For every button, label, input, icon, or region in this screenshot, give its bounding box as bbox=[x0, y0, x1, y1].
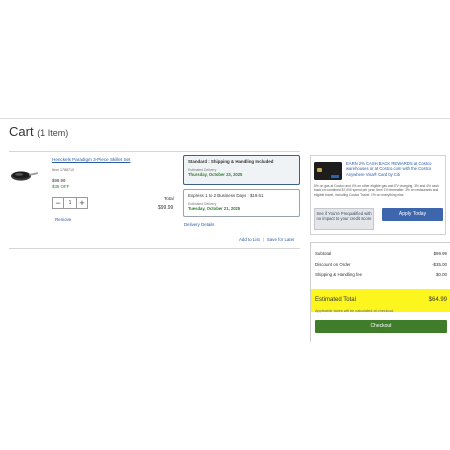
apply-today-button[interactable]: Apply Today bbox=[382, 208, 443, 221]
shipping-option-express[interactable]: Express 1 to 2 Business Days : $19.61 Es… bbox=[183, 189, 300, 217]
product-price: $99.99 bbox=[52, 178, 66, 183]
summary-discount-row: Discount on Order -$35.00 bbox=[315, 262, 447, 267]
quantity-value[interactable]: 1 bbox=[64, 197, 76, 209]
delivery-details-link[interactable]: Delivery Details bbox=[184, 222, 215, 227]
shipping-option-date: Tuesday, October 21, 2025 bbox=[188, 206, 241, 211]
link-separator: | bbox=[262, 237, 264, 242]
cart-title-text: Cart bbox=[9, 124, 34, 139]
prequalify-button[interactable]: See if You're Prequalified with no impac… bbox=[314, 208, 374, 230]
item-total-value: $99.99 bbox=[158, 205, 174, 211]
promo-headline[interactable]: EARN 2% CASH BACK REWARDS at Costco ware… bbox=[346, 161, 443, 177]
product-item-number: Item 1788710 bbox=[52, 168, 74, 172]
add-to-list-link[interactable]: Add to List bbox=[239, 237, 260, 242]
cart-item-actions: Add to List | Save for Later bbox=[239, 237, 294, 242]
order-summary: Subtotal $99.99 Discount on Order -$35.0… bbox=[310, 242, 450, 342]
card-chip-icon bbox=[317, 168, 322, 172]
skillet-image[interactable] bbox=[10, 168, 38, 182]
summary-shipping-row: Shipping & Handling fee $0.00 bbox=[315, 272, 447, 277]
shipping-option-title: Standard : Shipping & Handling Included bbox=[188, 159, 274, 164]
estimated-total-label: Estimated Total bbox=[315, 297, 356, 303]
plus-icon[interactable]: + bbox=[76, 197, 88, 209]
shipping-option-title: Express 1 to 2 Business Days : $19.61 bbox=[188, 193, 264, 198]
card-logo-icon bbox=[331, 175, 339, 178]
quantity-stepper: − 1 + bbox=[52, 197, 88, 209]
remove-link[interactable]: Remove bbox=[55, 217, 71, 222]
product-name-link[interactable]: Henckels Paradigm 3-Piece Skillet Set bbox=[52, 157, 130, 162]
checkout-button[interactable]: Checkout bbox=[315, 320, 447, 333]
credit-card-promo: EARN 2% CASH BACK REWARDS at Costco ware… bbox=[310, 155, 446, 235]
header-divider bbox=[0, 118, 450, 119]
summary-subtotal-row: Subtotal $99.99 bbox=[315, 251, 447, 256]
summary-shipping-value: $0.00 bbox=[436, 272, 447, 277]
summary-subtotal-label: Subtotal bbox=[315, 251, 332, 256]
estimated-total-value: $64.99 bbox=[428, 297, 447, 303]
item-total-label: Total bbox=[164, 196, 174, 201]
promo-body: 5% on gas at Costco and 4% on other elig… bbox=[314, 184, 439, 197]
cart-divider bbox=[9, 151, 300, 152]
credit-card-image bbox=[314, 162, 342, 180]
save-for-later-link[interactable]: Save for Later bbox=[267, 237, 295, 242]
shipping-option-standard[interactable]: Standard : Shipping & Handling Included … bbox=[183, 155, 300, 185]
product-discount: $35 OFF bbox=[52, 184, 70, 189]
page-title: Cart (1 Item) bbox=[9, 124, 68, 139]
cart-bottom-divider bbox=[9, 248, 300, 249]
summary-discount-value: -$35.00 bbox=[432, 262, 447, 267]
cart-item-count: (1 Item) bbox=[37, 128, 69, 138]
summary-shipping-label: Shipping & Handling fee bbox=[315, 272, 363, 277]
summary-subtotal-value: $99.99 bbox=[433, 251, 447, 256]
tax-note: Applicable taxes will be calculated at c… bbox=[315, 309, 394, 313]
minus-icon[interactable]: − bbox=[52, 197, 64, 209]
shipping-option-date: Thursday, October 23, 2025 bbox=[188, 172, 243, 177]
summary-discount-label: Discount on Order bbox=[315, 262, 351, 267]
